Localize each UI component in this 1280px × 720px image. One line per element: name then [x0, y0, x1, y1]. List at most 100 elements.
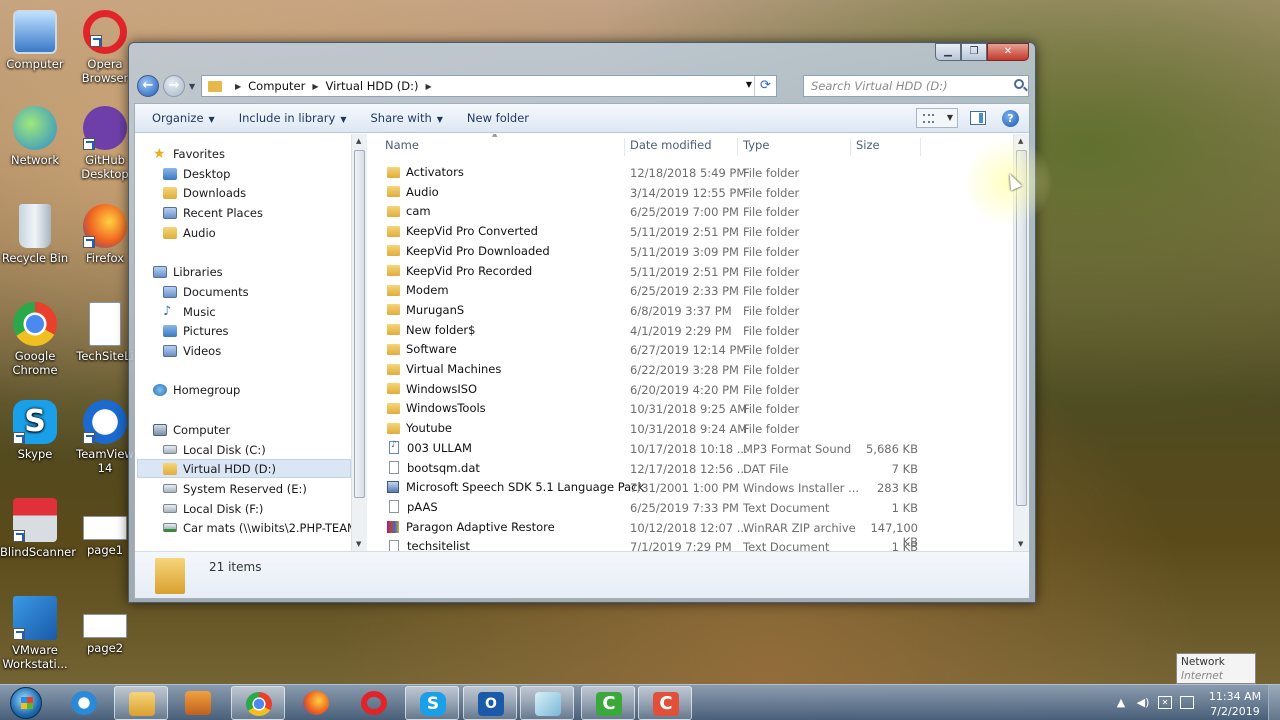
file-row[interactable]: techsitelist 7/1/2019 7:29 PM Text Documen… — [380, 537, 1020, 551]
scroll-thumb[interactable] — [1016, 150, 1027, 506]
file-type: File folder — [743, 422, 800, 437]
scroll-down-icon[interactable]: ▼ — [356, 540, 361, 548]
file-row[interactable]: KeepVid Pro Recorded 5/11/2019 2:51 PM Fil… — [380, 262, 1020, 281]
file-row[interactable]: MuruganS 6/8/2019 3:37 PM File folder — [380, 301, 1020, 320]
column-date-modified[interactable]: Date modified — [625, 138, 738, 156]
breadcrumb-separator-icon[interactable]: ▶ — [425, 82, 431, 91]
file-row[interactable]: Virtual Machines 6/22/2019 3:28 PM File fo… — [380, 360, 1020, 379]
file-row[interactable]: cam 6/25/2019 7:00 PM File folder — [380, 202, 1020, 221]
column-type[interactable]: Type — [738, 138, 851, 156]
taskbar-app-skype[interactable]: S — [405, 686, 459, 720]
desktop-icon-network[interactable]: Network — [0, 106, 70, 167]
nav-scrollbar[interactable]: ▲ ▼ — [351, 134, 367, 551]
taskbar-app-notepad[interactable] — [520, 686, 574, 720]
desktop-icon-chrome[interactable]: Google Chrome — [0, 302, 70, 377]
file-row[interactable]: Youtube 10/31/2018 9:24 AM File folder — [380, 419, 1020, 438]
address-dropdown-icon[interactable]: ▼ — [746, 80, 752, 89]
volume-icon[interactable]: ◀) — [1136, 696, 1150, 709]
new-folder-button[interactable]: New folder — [458, 111, 538, 125]
column-name[interactable]: Name — [380, 138, 625, 156]
change-view-button[interactable]: ▼ — [916, 108, 958, 128]
network-status-icon[interactable]: ✕ — [1158, 696, 1172, 709]
taskbar-app-media-player[interactable] — [171, 686, 225, 720]
close-button[interactable]: ✕ — [987, 43, 1029, 61]
nav-favorites[interactable]: ★ Favorites — [153, 144, 225, 163]
back-button[interactable]: ← — [137, 75, 159, 97]
nav-item-documents[interactable]: Documents — [163, 282, 249, 301]
nav-item-local-disk-f[interactable]: Local Disk (F:) — [163, 499, 263, 518]
taskbar-app-outlook[interactable]: O — [463, 686, 517, 720]
file-row[interactable]: Paragon Adaptive Restore 10/12/2018 12:07… — [380, 518, 1020, 549]
nav-libraries[interactable]: Libraries — [153, 262, 223, 281]
scroll-thumb[interactable] — [354, 150, 365, 498]
file-row[interactable]: Activators 12/18/2018 5:49 PM File folder — [380, 163, 1020, 182]
nav-item-pictures[interactable]: Pictures — [163, 321, 229, 340]
taskbar-app-opera[interactable] — [347, 686, 401, 720]
desktop-icon-computer[interactable]: Computer — [0, 10, 70, 71]
file-row[interactable]: WindowsISO 6/20/2019 4:20 PM File folder — [380, 380, 1020, 399]
file-row[interactable]: KeepVid Pro Converted 5/11/2019 2:51 PM Fi… — [380, 222, 1020, 241]
include-in-library-menu[interactable]: Include in library ▼ — [230, 111, 356, 125]
file-list-scrollbar[interactable]: ▲ ▼ — [1013, 134, 1029, 551]
breadcrumb-computer[interactable]: Computer — [248, 79, 305, 93]
breadcrumb-separator-icon[interactable]: ▶ — [312, 82, 318, 91]
desktop-icon-recycle-bin[interactable]: Recycle Bin — [0, 204, 70, 265]
taskbar-app-windows-explorer[interactable] — [114, 686, 168, 720]
help-icon[interactable]: ? — [1002, 109, 1019, 127]
maximize-button[interactable]: ❐ — [961, 43, 987, 61]
file-row[interactable]: WindowsTools 10/31/2018 9:25 AM File folde… — [380, 399, 1020, 418]
nav-item-car-mats[interactable]: Car mats (\\wibits\2.PHP-TEAM\M — [163, 518, 367, 537]
scroll-down-icon[interactable]: ▼ — [1018, 540, 1023, 548]
taskbar-app-camtasia-recorder[interactable]: C — [638, 686, 692, 720]
address-bar[interactable]: ▶ Computer ▶ Virtual HDD (D:) ▶ ▼ ⟳ — [201, 75, 777, 97]
minimize-button[interactable]: ▁ — [935, 43, 961, 61]
forward-button[interactable]: → — [163, 75, 185, 97]
nav-item-local-disk-c[interactable]: Local Disk (C:) — [163, 440, 266, 459]
nav-item-music[interactable]: ♪ Music — [163, 302, 216, 321]
column-size[interactable]: Size — [851, 138, 921, 156]
show-hidden-icons-icon[interactable]: ▲ — [1114, 696, 1128, 709]
desktop-icon-vmware[interactable]: VMware Workstati... — [0, 596, 70, 671]
search-input[interactable]: Search Virtual HDD (D:) — [803, 75, 1029, 97]
show-desktop-button[interactable] — [1268, 685, 1280, 720]
recent-pages-dropdown[interactable]: ▼ — [189, 82, 195, 91]
nav-item-audio[interactable]: Audio — [163, 223, 216, 242]
search-icon[interactable] — [1014, 79, 1024, 89]
preview-pane-icon[interactable] — [970, 111, 986, 125]
breadcrumb-separator-icon[interactable]: ▶ — [235, 82, 241, 91]
nav-computer[interactable]: Computer — [153, 420, 230, 439]
taskbar-app-firefox[interactable] — [289, 686, 343, 720]
desktop-icon-skype[interactable]: S Skype — [0, 400, 70, 461]
taskbar-app-camtasia[interactable]: C — [581, 686, 635, 720]
file-row[interactable]: Modem 6/25/2019 2:33 PM File folder — [380, 281, 1020, 300]
nav-item-videos[interactable]: Videos — [163, 341, 221, 360]
file-row[interactable]: 003 ULLAM 10/17/2018 10:18 ...MP3 Format … — [380, 439, 1020, 458]
nav-item-downloads[interactable]: Downloads — [163, 183, 246, 202]
refresh-icon[interactable]: ⟳ — [754, 76, 776, 96]
file-row[interactable]: Software 6/27/2019 12:14 PM File folder — [380, 340, 1020, 359]
nav-item-system-reserved[interactable]: System Reserved (E:) — [163, 479, 307, 498]
file-row[interactable]: Audio 3/14/2019 12:55 PM File folder — [380, 183, 1020, 202]
file-row[interactable]: Microsoft Speech SDK 5.1 Language Pack 7/… — [380, 478, 1020, 497]
system-clock[interactable]: 11:34 AM 7/2/2019 — [1206, 689, 1264, 719]
file-row[interactable]: New folder$ 4/1/2019 2:29 PM File folder — [380, 321, 1020, 340]
breadcrumb-virtual-hdd[interactable]: Virtual HDD (D:) — [325, 79, 418, 93]
scroll-up-icon[interactable]: ▲ — [1018, 137, 1023, 145]
taskbar-app-internet-explorer[interactable] — [57, 686, 111, 720]
nav-item-desktop[interactable]: Desktop — [163, 164, 230, 183]
computer-icon — [153, 423, 167, 436]
nav-item-recent-places[interactable]: Recent Places — [163, 203, 263, 222]
organize-menu[interactable]: Organize ▼ — [143, 111, 224, 125]
file-row[interactable]: KeepVid Pro Downloaded 5/11/2019 3:09 PM F… — [380, 242, 1020, 261]
action-center-icon[interactable] — [1180, 696, 1194, 709]
share-with-menu[interactable]: Share with ▼ — [362, 111, 452, 125]
nav-homegroup[interactable]: Homegroup — [153, 380, 240, 399]
file-row[interactable]: bootsqm.dat 12/17/2018 12:56 ... DAT File 7… — [380, 459, 1020, 478]
desktop-icon-page2[interactable]: page2 — [70, 608, 140, 655]
start-button[interactable] — [2, 685, 52, 720]
taskbar-app-google-chrome[interactable] — [231, 686, 285, 720]
scroll-up-icon[interactable]: ▲ — [356, 137, 361, 145]
file-row[interactable]: pAAS 6/25/2019 7:33 PM Text Document 1 KB — [380, 498, 1020, 517]
nav-item-virtual-hdd[interactable]: Virtual HDD (D:) — [137, 459, 351, 478]
desktop-icon-blindscanner[interactable]: BlindScanner — [0, 498, 76, 559]
